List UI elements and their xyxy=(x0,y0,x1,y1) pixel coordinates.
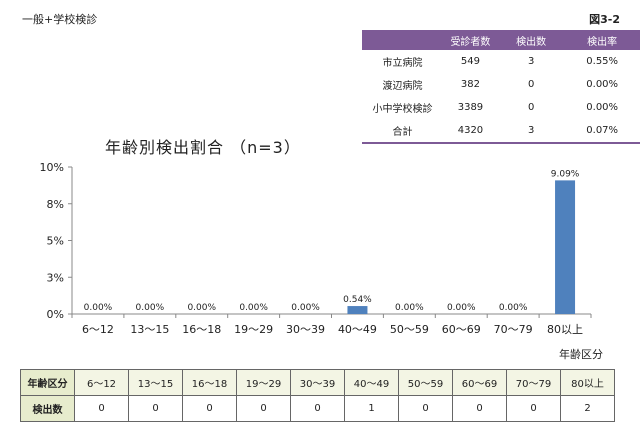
data-label: 0.00% xyxy=(239,303,268,313)
count-cell: 2 xyxy=(560,395,615,422)
x-tick-label: 13～15 xyxy=(130,323,169,336)
count-cell: 0 xyxy=(398,395,453,422)
age-category-cell: 6～12 xyxy=(74,369,129,396)
age-category-cell: 13～15 xyxy=(128,369,183,396)
age-category-cell: 40～49 xyxy=(344,369,399,396)
bar xyxy=(555,180,576,314)
row-header-count: 検出数 xyxy=(20,395,75,422)
x-axis: 6～12 13～15 16～18 19～29 30～39 40～49 50～59 60～69 7… xyxy=(71,313,603,361)
y-axis: 0% 3% 5% 8% 10% xyxy=(40,161,73,321)
count-cell: 0 xyxy=(506,395,561,422)
age-count-table: 年齢区分 6～12 13～15 16～18 19～29 30～39 40～49 … xyxy=(20,369,615,422)
x-tick-label: 70～79 xyxy=(494,323,533,336)
x-tick-label: 60～69 xyxy=(442,323,481,336)
detection-count-row: 検出数 0 0 0 0 0 1 0 0 0 2 xyxy=(20,395,615,422)
count-cell: 0 xyxy=(236,395,291,422)
data-label: 0.00% xyxy=(136,303,165,313)
age-category-cell: 16～18 xyxy=(182,369,237,396)
data-label: 0.00% xyxy=(395,303,424,313)
age-category-cell: 60～69 xyxy=(452,369,507,396)
x-tick-label: 80以上 xyxy=(547,323,583,336)
count-cell: 0 xyxy=(290,395,345,422)
y-tick-label: 5% xyxy=(47,235,64,248)
age-category-cell: 30～39 xyxy=(290,369,345,396)
x-tick-label: 6～12 xyxy=(82,323,114,336)
y-tick-label: 3% xyxy=(47,271,64,284)
bar-series xyxy=(347,180,576,314)
count-cell: 0 xyxy=(74,395,129,422)
age-category-cell: 70～79 xyxy=(506,369,561,396)
age-category-cell: 50～59 xyxy=(398,369,453,396)
age-category-cell: 19～29 xyxy=(236,369,291,396)
bar xyxy=(347,306,368,314)
x-tick-label: 30～39 xyxy=(286,323,325,336)
y-tick-label: 10% xyxy=(40,161,64,174)
count-cell: 0 xyxy=(182,395,237,422)
count-cell: 0 xyxy=(128,395,183,422)
data-label: 0.00% xyxy=(499,303,528,313)
y-tick-label: 8% xyxy=(47,198,64,211)
x-tick-label: 19～29 xyxy=(234,323,273,336)
data-label: 9.09% xyxy=(551,169,580,179)
y-tick-label: 0% xyxy=(47,308,64,321)
data-label: 0.00% xyxy=(187,303,216,313)
bar-chart: 0% 3% 5% 8% 10% 6～12 13～15 16～18 19～29 30～39 40～4… xyxy=(40,161,603,361)
count-cell: 1 xyxy=(344,395,399,422)
x-tick-label: 40～49 xyxy=(338,323,377,336)
data-label: 0.00% xyxy=(447,303,476,313)
age-category-cell: 80以上 xyxy=(560,369,615,396)
row-header-age: 年齢区分 xyxy=(20,369,75,396)
count-cell: 0 xyxy=(452,395,507,422)
x-tick-label: 16～18 xyxy=(182,323,221,336)
age-category-row: 年齢区分 6～12 13～15 16～18 19～29 30～39 40～49 … xyxy=(20,369,615,396)
data-label: 0.00% xyxy=(291,303,320,313)
data-labels: 0.00% 0.00% 0.00% 0.00% 0.00% 0.54% 0.00% 0.00%… xyxy=(84,169,580,313)
data-label: 0.54% xyxy=(343,295,372,305)
x-tick-label: 50～59 xyxy=(390,323,429,336)
x-axis-title: 年齢区分 xyxy=(559,347,603,361)
data-label: 0.00% xyxy=(84,303,113,313)
